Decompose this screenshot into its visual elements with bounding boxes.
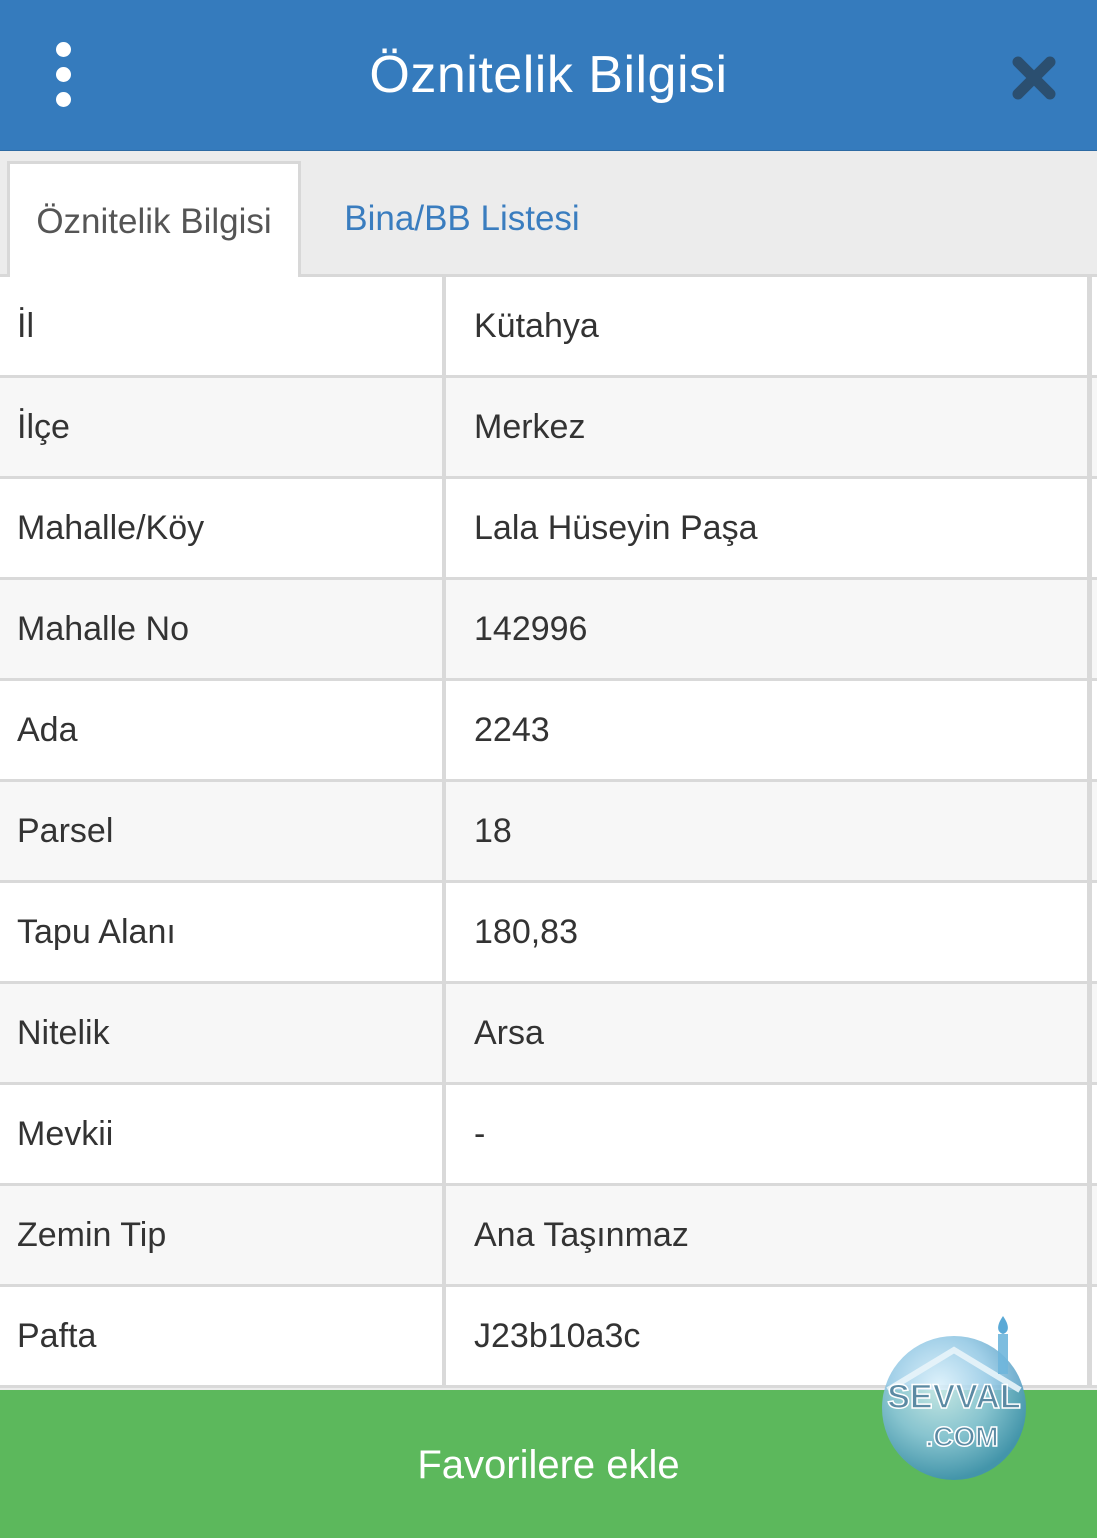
tab-attribute-info[interactable]: Öznitelik Bilgisi [7, 161, 301, 280]
table-row: Parsel 18 [0, 782, 1097, 883]
close-button[interactable] [1008, 52, 1060, 104]
attribute-value: J23b10a3c [450, 1287, 1092, 1385]
attribute-table: İl Kütahya İlçe Merkez Mahalle/Köy Lala … [0, 277, 1097, 1388]
table-row: Zemin Tip Ana Taşınmaz [0, 1186, 1097, 1287]
tab-building-list[interactable]: Bina/BB Listesi [322, 161, 602, 277]
table-row: Pafta J23b10a3c [0, 1287, 1097, 1388]
table-row: Ada 2243 [0, 681, 1097, 782]
attribute-label: Mahalle No [0, 580, 446, 678]
attribute-info-panel: Öznitelik Bilgisi Öznitelik Bilgisi Bina… [0, 0, 1097, 1538]
attribute-label: İlçe [0, 378, 446, 476]
attribute-label: Pafta [0, 1287, 446, 1385]
attribute-label: Mevkii [0, 1085, 446, 1183]
attribute-label: Zemin Tip [0, 1186, 446, 1284]
attribute-value: 2243 [450, 681, 1092, 779]
tab-bar: Öznitelik Bilgisi Bina/BB Listesi [0, 151, 1097, 280]
attribute-value: Kütahya [450, 277, 1092, 375]
attribute-label: Ada [0, 681, 446, 779]
page-title: Öznitelik Bilgisi [369, 46, 728, 104]
close-icon [1012, 56, 1056, 100]
table-row: Mevkii - [0, 1085, 1097, 1186]
attribute-label: İl [0, 277, 446, 375]
table-row: Mahalle/Köy Lala Hüseyin Paşa [0, 479, 1097, 580]
table-row: İlçe Merkez [0, 378, 1097, 479]
add-to-favorites-button[interactable]: Favorilere ekle [0, 1390, 1097, 1538]
attribute-label: Parsel [0, 782, 446, 880]
attribute-label: Mahalle/Köy [0, 479, 446, 577]
attribute-value: - [450, 1085, 1092, 1183]
table-row: Tapu Alanı 180,83 [0, 883, 1097, 984]
attribute-label: Nitelik [0, 984, 446, 1082]
attribute-label: Tapu Alanı [0, 883, 446, 981]
attribute-value: Lala Hüseyin Paşa [450, 479, 1092, 577]
attribute-value: 18 [450, 782, 1092, 880]
header-bar: Öznitelik Bilgisi [0, 0, 1097, 151]
attribute-value: Ana Taşınmaz [450, 1186, 1092, 1284]
attribute-value: 180,83 [450, 883, 1092, 981]
table-row: İl Kütahya [0, 277, 1097, 378]
table-row: Mahalle No 142996 [0, 580, 1097, 681]
attribute-value: Arsa [450, 984, 1092, 1082]
attribute-value: Merkez [450, 378, 1092, 476]
attribute-value: 142996 [450, 580, 1092, 678]
table-row: Nitelik Arsa [0, 984, 1097, 1085]
